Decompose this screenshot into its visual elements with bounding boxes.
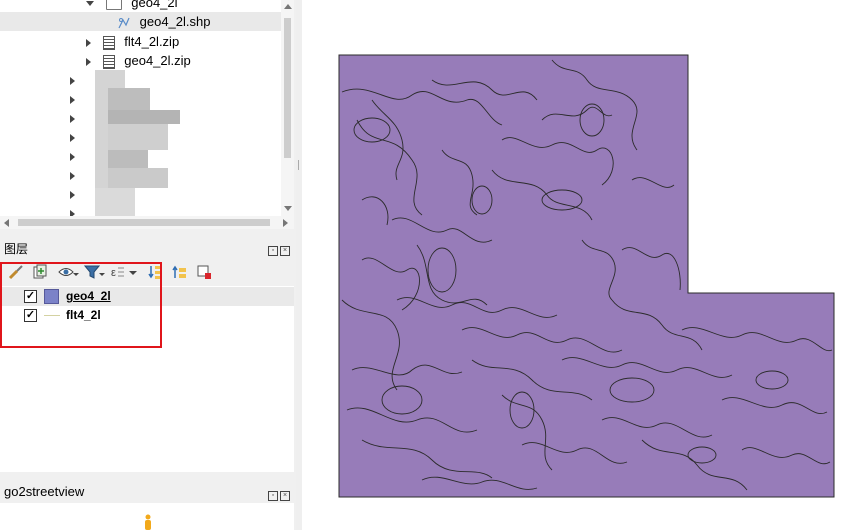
map-canvas[interactable] — [302, 0, 842, 530]
zip-icon — [102, 35, 115, 50]
tree-item-label: geo4_2l — [131, 0, 178, 10]
redacted-area — [108, 88, 150, 110]
scroll-left-icon[interactable] — [4, 219, 9, 227]
tree-item-redacted[interactable] — [70, 70, 83, 89]
streetview-panel-body — [0, 503, 294, 530]
float-icon[interactable]: ▫ — [268, 246, 278, 256]
chevron-right-icon[interactable] — [70, 76, 75, 85]
tree-item-redacted[interactable] — [70, 146, 83, 165]
scrollbar-thumb[interactable] — [18, 219, 270, 226]
tree-item-geo4-shp[interactable]: geo4_2l.shp — [0, 12, 281, 31]
tree-item-geo4-folder[interactable]: geo4_2l — [86, 0, 178, 12]
remove-layer-icon[interactable] — [196, 264, 212, 280]
tree-item-label: geo4_2l.zip — [124, 53, 191, 68]
tree-item-redacted[interactable] — [70, 108, 83, 127]
streetview-panel-title: go2streetview — [4, 484, 85, 499]
tree-item-redacted[interactable] — [70, 203, 83, 216]
close-icon[interactable]: × — [280, 491, 290, 501]
redacted-area — [108, 110, 180, 124]
close-icon[interactable]: × — [280, 246, 290, 256]
chevron-right-icon[interactable] — [86, 38, 91, 47]
map-layer-render — [338, 54, 835, 498]
layers-dock-buttons: ▫ × — [266, 241, 290, 256]
chevron-right-icon[interactable] — [70, 95, 75, 104]
tree-horizontal-scrollbar[interactable] — [0, 216, 294, 229]
tree-item-label: geo4_2l.shp — [139, 14, 211, 29]
shapefile-icon — [118, 17, 130, 28]
tree-item-flt4-zip[interactable]: flt4_2l.zip — [86, 32, 179, 51]
chevron-right-icon[interactable] — [70, 114, 75, 123]
scroll-down-icon[interactable] — [284, 206, 292, 211]
scrollbar-thumb[interactable] — [284, 18, 291, 158]
scroll-right-icon[interactable] — [283, 219, 288, 227]
scroll-up-icon[interactable] — [284, 4, 292, 9]
tree-item-redacted[interactable] — [70, 165, 83, 184]
folder-icon — [105, 0, 122, 10]
zip-icon — [102, 54, 115, 69]
browser-tree: geo4_2l geo4_2l.shp flt4_2l.zip geo4_2l.… — [0, 0, 281, 216]
tree-item-label: flt4_2l.zip — [124, 34, 180, 49]
redacted-area — [108, 168, 168, 188]
tree-vertical-scrollbar[interactable] — [281, 0, 294, 216]
layers-panel-title: 图层 — [4, 242, 29, 256]
redacted-area — [95, 188, 135, 216]
chevron-right-icon[interactable] — [70, 171, 75, 180]
highlight-annotation-box — [0, 262, 162, 348]
chevron-right-icon[interactable] — [70, 133, 75, 142]
streetview-dock-buttons: ▫ × — [266, 486, 290, 501]
tree-item-redacted[interactable] — [70, 127, 83, 146]
chevron-right-icon[interactable] — [70, 190, 75, 199]
tree-item-redacted[interactable] — [70, 184, 83, 203]
chevron-right-icon[interactable] — [86, 57, 91, 66]
redacted-area — [108, 124, 168, 150]
pegman-icon[interactable] — [143, 514, 153, 530]
tree-item-redacted[interactable] — [70, 89, 83, 108]
redacted-area — [108, 150, 148, 168]
float-icon[interactable]: ▫ — [268, 491, 278, 501]
collapse-all-icon[interactable] — [172, 264, 188, 280]
left-dock: geo4_2l geo4_2l.shp flt4_2l.zip geo4_2l.… — [0, 0, 296, 530]
chevron-down-icon[interactable] — [86, 1, 94, 7]
chevron-right-icon[interactable] — [70, 152, 75, 161]
tree-item-geo4-zip[interactable]: geo4_2l.zip — [86, 51, 191, 70]
